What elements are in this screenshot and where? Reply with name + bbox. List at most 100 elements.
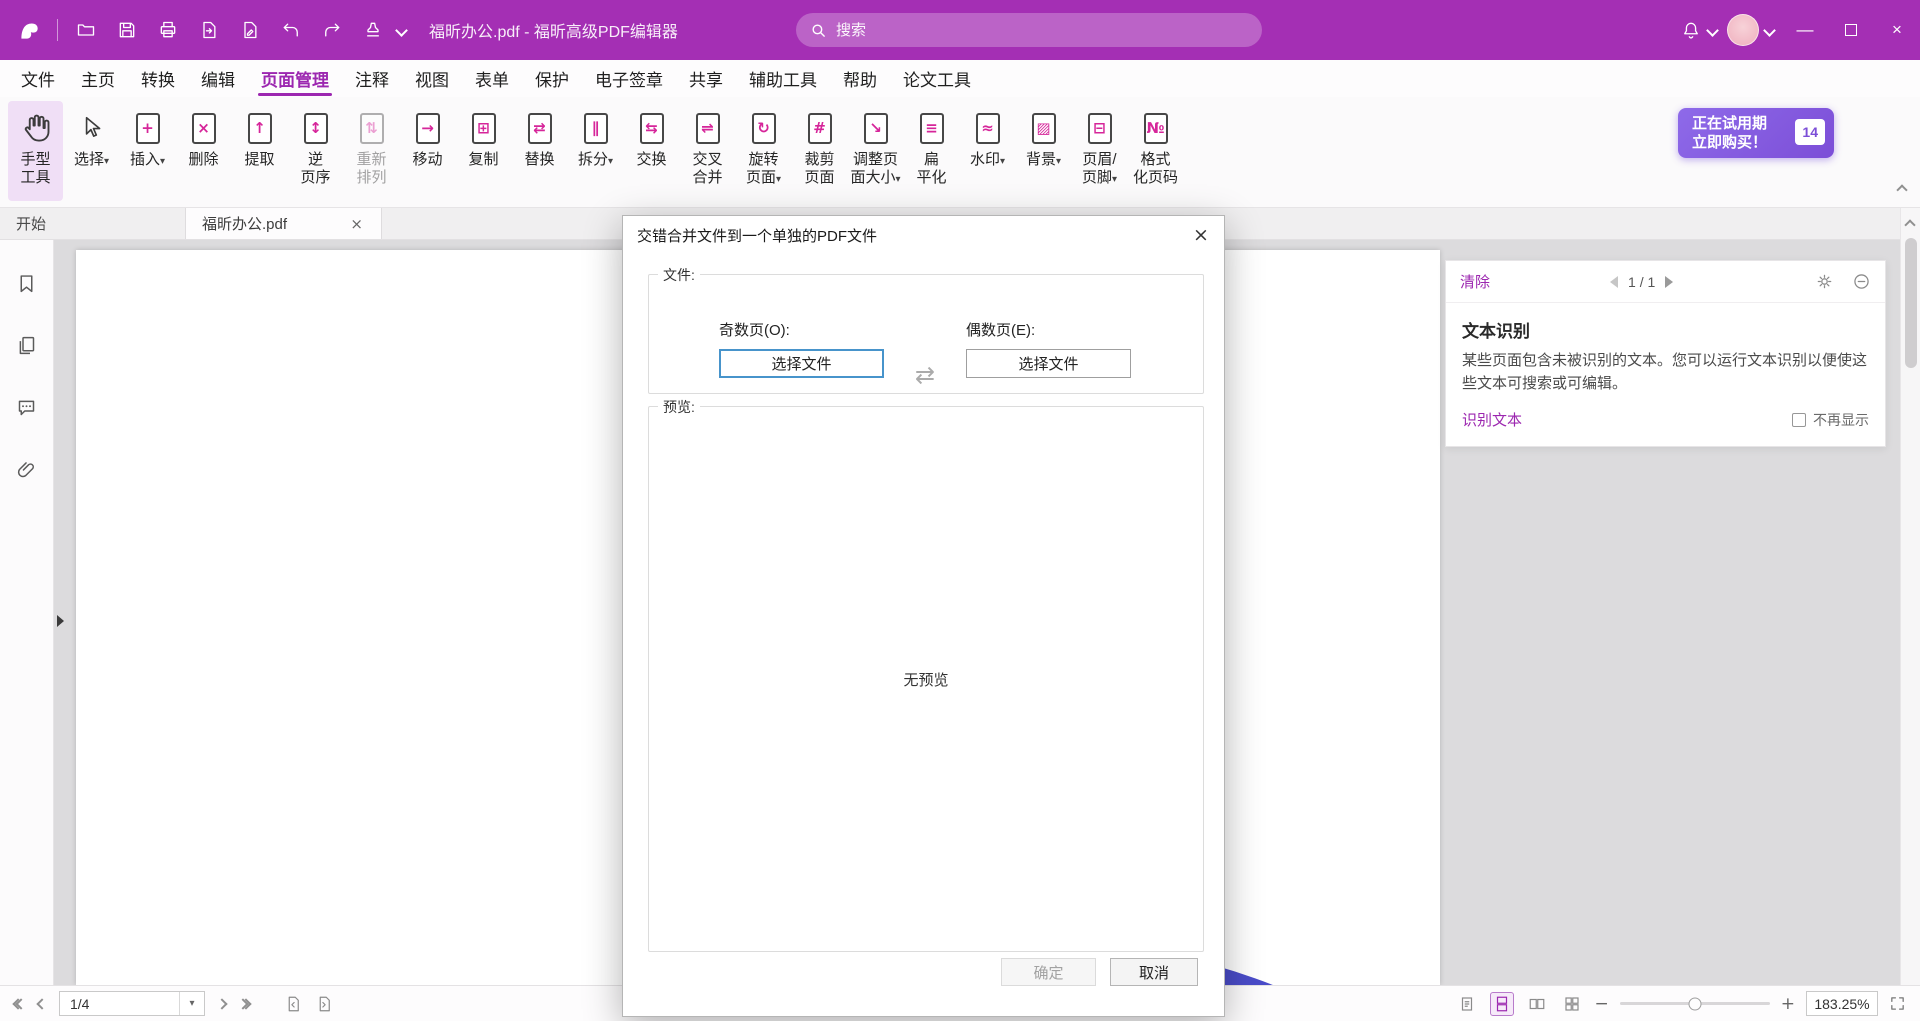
vertical-scrollbar[interactable] [1900, 208, 1920, 985]
open-file-icon[interactable] [69, 13, 103, 47]
tool-extract[interactable]: ↑ 提取 [232, 101, 287, 201]
tool-crop-pages[interactable]: # 裁剪 页面 [792, 101, 847, 201]
menu-file[interactable]: 文件 [8, 60, 68, 97]
tool-header-footer[interactable]: ⊟ 页眉/ 页脚▾ [1072, 101, 1127, 201]
tool-move[interactable]: → 移动 [400, 101, 455, 201]
single-page-view-icon[interactable] [1455, 992, 1479, 1016]
tool-reverse-order[interactable]: ↕ 逆 页序 [288, 101, 343, 201]
recognize-text-link[interactable]: 识别文本 [1462, 409, 1522, 430]
next-view-icon[interactable] [315, 995, 333, 1013]
tool-flatten[interactable]: ≡ 扁 平化 [904, 101, 959, 201]
tool-resize-pages[interactable]: ↘ 调整页 面大小▾ [848, 101, 903, 201]
menu-comment[interactable]: 注释 [342, 60, 402, 97]
dont-show-again-checkbox[interactable]: 不再显示 [1792, 410, 1869, 430]
notification-settings-gear-icon[interactable] [1815, 272, 1834, 291]
clear-notifications-link[interactable]: 清除 [1460, 271, 1490, 292]
previous-view-icon[interactable] [284, 995, 302, 1013]
menu-esign[interactable]: 电子签章 [582, 60, 676, 97]
save-icon[interactable] [110, 13, 144, 47]
account-caret-icon[interactable] [1763, 24, 1776, 37]
swap-files-icon[interactable]: ⇄ [915, 361, 935, 389]
tool-split[interactable]: ∥ 拆分▾ [568, 101, 623, 201]
search-input[interactable] [836, 22, 1248, 39]
collapse-notification-icon[interactable] [1852, 272, 1871, 291]
tab-start[interactable]: 开始 [0, 208, 186, 239]
tool-watermark[interactable]: ≈ 水印▾ [960, 101, 1015, 201]
cancel-button[interactable]: 取消 [1110, 958, 1198, 986]
bookmarks-panel-icon[interactable] [14, 270, 40, 296]
facing-view-icon[interactable] [1525, 992, 1549, 1016]
redo-icon[interactable] [315, 13, 349, 47]
user-avatar[interactable] [1727, 14, 1759, 46]
zoom-slider[interactable] [1620, 1002, 1770, 1005]
page-number-box[interactable]: 1/4 ▾ [59, 991, 205, 1016]
tool-rotate-pages[interactable]: ↻ 旋转 页面▾ [736, 101, 791, 201]
tool-format-page-numbers[interactable]: № 格式 化页码 [1128, 101, 1183, 201]
undo-icon[interactable] [274, 13, 308, 47]
scroll-up-icon[interactable] [1906, 216, 1914, 234]
expand-panel-handle[interactable] [54, 608, 67, 634]
menu-protect[interactable]: 保护 [522, 60, 582, 97]
next-page-icon[interactable] [218, 995, 226, 1013]
maximize-button[interactable] [1828, 0, 1874, 60]
checkbox-box[interactable] [1792, 413, 1806, 427]
foxit-logo-icon[interactable] [12, 13, 46, 47]
scrollbar-thumb[interactable] [1905, 238, 1917, 368]
collapse-ribbon-icon[interactable] [1898, 181, 1906, 199]
comments-panel-icon[interactable] [14, 394, 40, 420]
menu-edit[interactable]: 编辑 [188, 60, 248, 97]
zoom-in-icon[interactable]: + [1781, 994, 1795, 1014]
zoom-out-icon[interactable]: − [1595, 994, 1609, 1014]
tool-background[interactable]: ▨ 背景▾ [1016, 101, 1071, 201]
dialog-title: 交错合并文件到一个单独的PDF文件 [637, 225, 877, 246]
menu-form[interactable]: 表单 [462, 60, 522, 97]
page-number-dropdown-icon[interactable]: ▾ [180, 998, 204, 1009]
edit-document-icon[interactable] [233, 13, 267, 47]
next-notification-icon[interactable] [1665, 276, 1673, 288]
continuous-view-icon[interactable] [1490, 992, 1514, 1016]
menu-accessibility[interactable]: 辅助工具 [736, 60, 830, 97]
zoom-slider-thumb[interactable] [1688, 997, 1701, 1010]
export-pdf-icon[interactable] [192, 13, 226, 47]
menu-home[interactable]: 主页 [68, 60, 128, 97]
tool-replace[interactable]: ⇄ 替换 [512, 101, 567, 201]
dialog-close-icon[interactable]: × [1178, 216, 1224, 254]
last-page-icon[interactable] [239, 1000, 250, 1008]
menu-share[interactable]: 共享 [676, 60, 736, 97]
print-icon[interactable] [151, 13, 185, 47]
tab-document[interactable]: 福昕办公.pdf × [186, 208, 382, 239]
prev-notification-icon[interactable] [1610, 276, 1618, 288]
menu-paper-tools[interactable]: 论文工具 [890, 60, 984, 97]
customize-toolbar-caret-icon[interactable] [395, 24, 408, 37]
tool-hand[interactable]: 手型 工具 [8, 101, 63, 201]
menu-view[interactable]: 视图 [402, 60, 462, 97]
choose-even-file-button[interactable]: 选择文件 [966, 349, 1131, 378]
multi-page-view-icon[interactable] [1560, 992, 1584, 1016]
search-box[interactable] [796, 13, 1262, 47]
tool-insert[interactable]: + 插入▾ [120, 101, 175, 201]
trial-buy-now-banner[interactable]: 正在试用期 立即购买！ 14 [1678, 108, 1834, 158]
page-thumbnails-panel-icon[interactable] [14, 332, 40, 358]
previous-page-icon[interactable] [38, 995, 46, 1013]
tool-select[interactable]: 选择▾ [64, 101, 119, 201]
menu-page-management[interactable]: 页面管理 [248, 60, 342, 97]
menu-convert[interactable]: 转换 [128, 60, 188, 97]
tool-delete[interactable]: × 删除 [176, 101, 231, 201]
tool-interleave-merge[interactable]: ⇌ 交叉 合并 [680, 101, 735, 201]
tool-swap[interactable]: ⇆ 交换 [624, 101, 679, 201]
tool-duplicate[interactable]: ⊞ 复制 [456, 101, 511, 201]
tab-close-icon[interactable]: × [348, 215, 365, 233]
notification-bell-icon[interactable] [1674, 13, 1708, 47]
attachments-panel-icon[interactable] [14, 456, 40, 482]
zoom-level-box[interactable]: 183.25% [1806, 991, 1878, 1016]
menu-help[interactable]: 帮助 [830, 60, 890, 97]
swap-pages-icon: ⇆ [640, 108, 664, 148]
resize-page-icon: ↘ [864, 108, 888, 148]
close-button[interactable]: × [1874, 0, 1920, 60]
notification-caret-icon[interactable] [1706, 24, 1719, 37]
minimize-button[interactable]: — [1782, 0, 1828, 60]
first-page-icon[interactable] [14, 1000, 25, 1008]
choose-odd-file-button[interactable]: 选择文件 [719, 349, 884, 378]
fullscreen-icon[interactable] [1889, 995, 1906, 1012]
stamp-icon[interactable] [356, 13, 390, 47]
